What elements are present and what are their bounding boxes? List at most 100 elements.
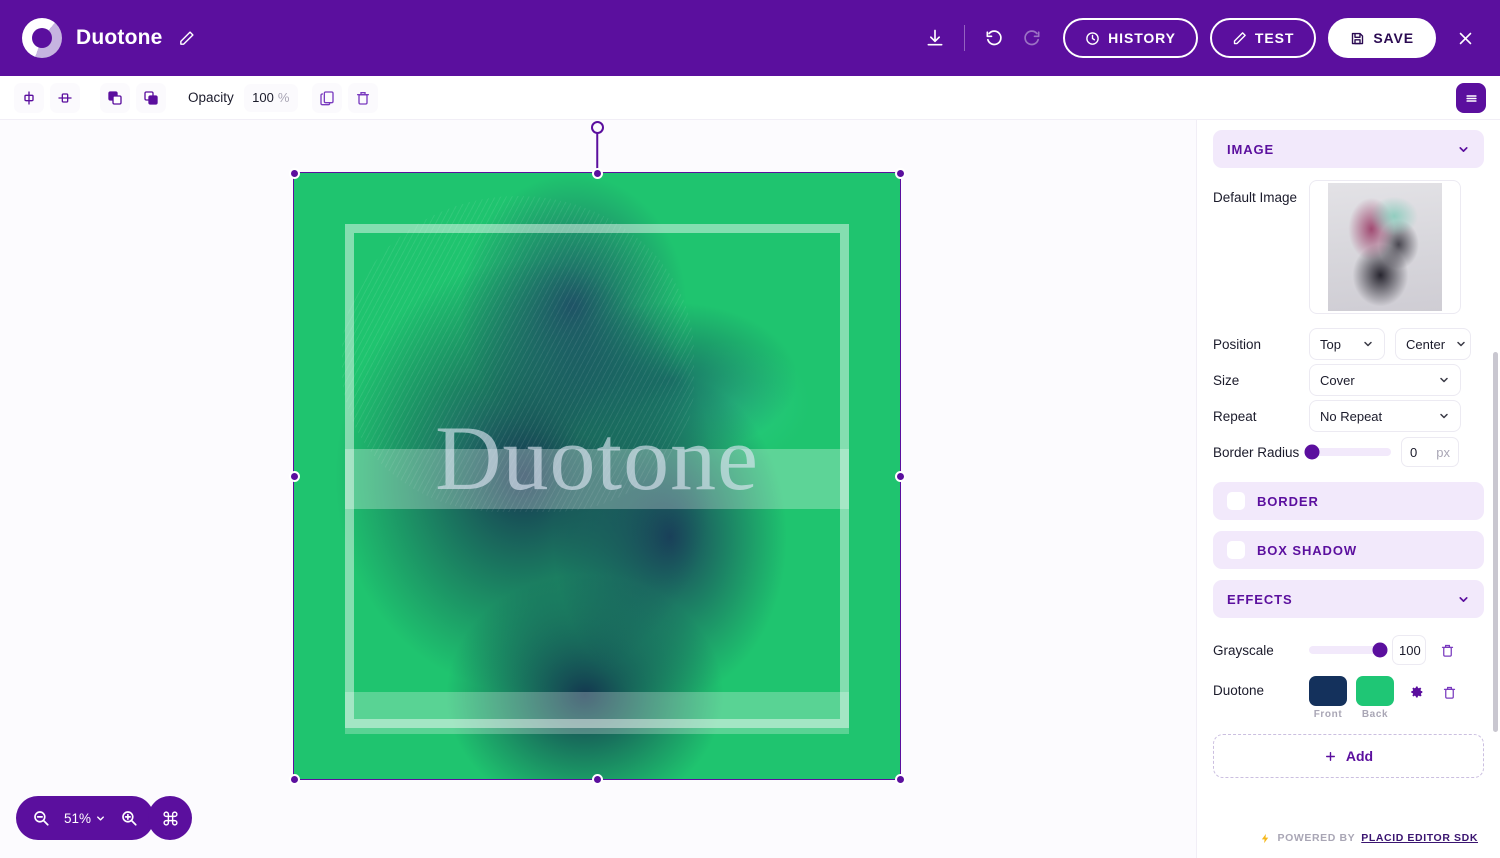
section-image-title: IMAGE (1227, 141, 1275, 157)
border-radius-value: 0 (1410, 444, 1418, 460)
size-row: Size Cover (1213, 362, 1484, 398)
slider-knob[interactable] (1304, 444, 1320, 460)
duotone-front-color-swatch[interactable] (1309, 676, 1347, 706)
wand-icon (1232, 31, 1247, 46)
rotation-handle[interactable] (590, 121, 604, 134)
section-border-header[interactable]: BORDER (1213, 482, 1484, 520)
slider-knob[interactable] (1372, 642, 1388, 658)
download-icon[interactable] (916, 19, 954, 57)
chevron-down-icon (1428, 374, 1450, 386)
thumbnail-frame (1328, 183, 1442, 311)
undo-icon[interactable] (975, 19, 1013, 57)
zoom-in-icon[interactable] (118, 807, 140, 829)
border-radius-row: Border Radius 0 px (1213, 434, 1484, 470)
plus-icon (1324, 750, 1337, 763)
test-button[interactable]: TEST (1209, 18, 1317, 58)
section-box-shadow-header[interactable]: BOX SHADOW (1213, 531, 1484, 569)
zoom-out-icon[interactable] (30, 807, 52, 829)
border-toggle-checkbox[interactable] (1227, 492, 1245, 510)
duotone-back-caption: Back (1361, 709, 1389, 720)
trash-icon[interactable] (347, 82, 378, 113)
add-effect-button[interactable]: Add (1213, 734, 1484, 778)
header-actions: HISTORY TEST SAVE (916, 18, 1478, 58)
opacity-unit: % (277, 90, 290, 105)
position-label: Position (1213, 336, 1262, 352)
header-divider (964, 25, 966, 51)
border-radius-unit: px (1436, 444, 1450, 460)
chevron-down-icon (95, 813, 106, 824)
duotone-back-color-swatch[interactable] (1356, 676, 1394, 706)
save-button[interactable]: SAVE (1328, 18, 1436, 58)
size-label: Size (1213, 372, 1240, 388)
panel-scrollbar[interactable] (1493, 352, 1498, 732)
app-header: Duotone HISTORY TEST SAVE (0, 0, 1500, 76)
chevron-down-icon (1445, 338, 1467, 350)
border-radius-slider[interactable] (1304, 444, 1391, 460)
grayscale-input[interactable]: 100 (1392, 635, 1426, 665)
position-vertical-select[interactable]: Top (1309, 328, 1385, 360)
canvas-area[interactable]: Duotone 51% (0, 120, 1196, 858)
save-label: SAVE (1373, 30, 1414, 46)
duotone-label: Duotone (1213, 683, 1265, 698)
position-vertical-value: Top (1320, 336, 1341, 352)
duotone-row: Duotone Front Back (1213, 668, 1484, 720)
chevron-down-icon (1457, 143, 1470, 156)
panel-content: IMAGE Default Image Position Top Center … (1197, 120, 1500, 778)
align-vertical-center-icon[interactable] (50, 82, 80, 113)
position-horizontal-value: Center (1406, 336, 1446, 352)
duotone-front-swatch-group: Front (1309, 676, 1347, 720)
hamburger-menu-icon[interactable] (1456, 83, 1486, 113)
page-title: Duotone (76, 26, 163, 49)
history-button[interactable]: HISTORY (1063, 18, 1198, 58)
powered-by-label: POWERED BY (1277, 832, 1356, 844)
object-toolbar: Opacity 100 % (0, 76, 1500, 120)
align-horizontal-center-icon[interactable] (14, 82, 44, 113)
duotone-delete-icon[interactable] (1438, 681, 1460, 703)
redo-icon[interactable] (1013, 19, 1051, 57)
opacity-value: 100 (252, 90, 274, 105)
lightning-bolt-icon (1260, 833, 1271, 844)
close-icon[interactable] (1452, 25, 1478, 51)
opacity-input[interactable]: 100 % (243, 83, 298, 112)
gear-icon[interactable] (1406, 681, 1428, 703)
grayscale-row: Grayscale 100 (1213, 632, 1484, 668)
overlay-band-bottom (345, 691, 849, 735)
section-effects-header[interactable]: EFFECTS (1213, 580, 1484, 618)
bring-to-front-icon[interactable] (100, 82, 130, 113)
app-logo-icon (22, 18, 62, 58)
duotone-front-caption: Front (1313, 709, 1343, 720)
zoom-controls: 51% (16, 796, 155, 840)
placid-sdk-link[interactable]: PLACID EDITOR SDK (1361, 832, 1478, 844)
zoom-level-value: 51% (64, 810, 92, 826)
test-label: TEST (1254, 30, 1295, 46)
zoom-level-selector[interactable]: 51% (64, 811, 106, 826)
position-row: Position Top Center (1213, 326, 1484, 362)
grayscale-slider[interactable] (1309, 642, 1388, 658)
command-key-icon[interactable] (148, 796, 192, 840)
default-image-thumbnail[interactable] (1309, 180, 1461, 314)
box-shadow-toggle-checkbox[interactable] (1227, 541, 1245, 559)
repeat-label: Repeat (1213, 408, 1257, 424)
chevron-down-icon (1457, 593, 1470, 606)
rotation-stem (596, 133, 598, 173)
duplicate-icon[interactable] (311, 82, 342, 113)
border-radius-label: Border Radius (1213, 444, 1300, 460)
grayscale-delete-icon[interactable] (1436, 639, 1458, 661)
border-radius-input[interactable]: 0 px (1401, 437, 1459, 467)
repeat-value: No Repeat (1320, 408, 1383, 424)
pencil-icon[interactable] (177, 28, 197, 48)
repeat-select[interactable]: No Repeat (1309, 400, 1461, 432)
send-to-back-icon[interactable] (136, 82, 166, 113)
section-effects-title: EFFECTS (1227, 591, 1293, 607)
position-selects: Top Center (1309, 328, 1471, 360)
section-border-title: BORDER (1257, 493, 1319, 509)
artboard[interactable]: Duotone (293, 172, 901, 780)
thumbnail-image (1328, 183, 1442, 311)
duotone-back-swatch-group: Back (1356, 676, 1394, 720)
size-select[interactable]: Cover (1309, 364, 1461, 396)
section-image-header[interactable]: IMAGE (1213, 130, 1484, 168)
canvas-watermark-text[interactable]: Duotone (293, 412, 901, 504)
default-image-label: Default Image (1213, 190, 1298, 205)
position-horizontal-select[interactable]: Center (1395, 328, 1471, 360)
properties-panel: IMAGE Default Image Position Top Center … (1196, 120, 1500, 858)
